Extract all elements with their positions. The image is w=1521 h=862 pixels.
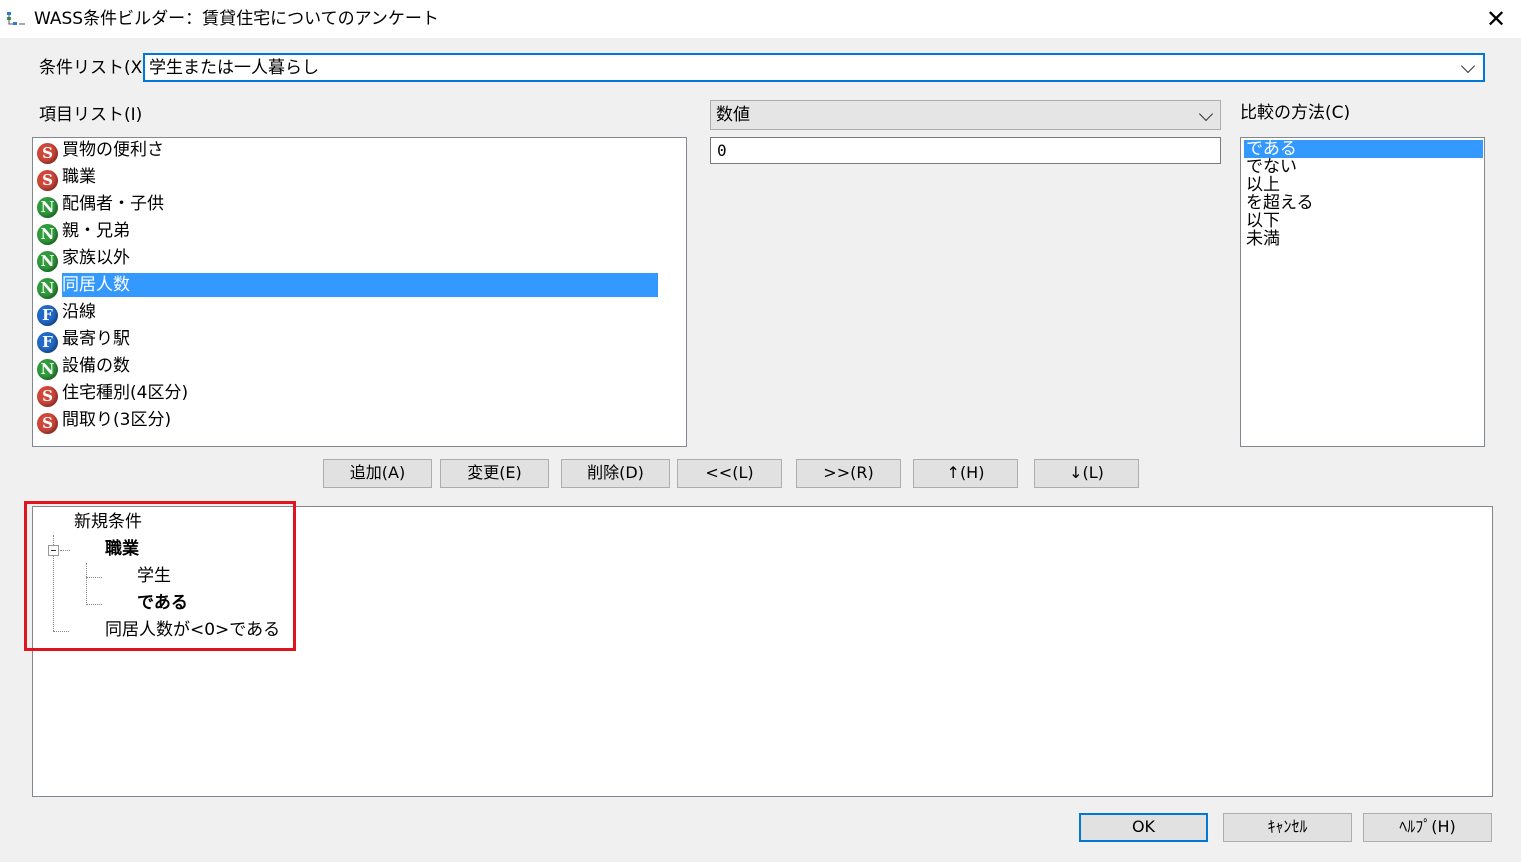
numeric-type-icon: N [37,251,58,272]
move-down-button[interactable]: ↓(L) [1034,459,1139,488]
list-item-label: 同居人数 [62,273,658,297]
list-item[interactable]: N 親・兄弟 [36,219,658,246]
item-list-label: 項目リスト(I) [39,105,143,125]
flag-type-icon: F [37,332,58,353]
change-button[interactable]: 変更(E) [440,459,549,488]
list-item-label: 家族以外 [62,248,130,268]
add-button[interactable]: 追加(A) [323,459,432,488]
condition-list-label: 条件リスト(X) [39,58,149,78]
compare-method-label: 比較の方法(C) [1240,103,1351,123]
move-up-button[interactable]: ↑(H) [913,459,1018,488]
list-item-label: 沿線 [62,302,96,322]
list-item-label: 親・兄弟 [62,221,130,241]
list-item[interactable]: N 設備の数 [36,354,658,381]
close-icon: ✕ [1485,5,1507,33]
list-item-label: 買物の便利さ [62,140,164,160]
compare-option-selected[interactable]: である [1244,140,1483,158]
flag-type-icon: F [37,305,58,326]
compare-option[interactable]: でない [1244,158,1483,176]
app-icon [7,12,25,25]
compare-option[interactable]: 以下 [1244,212,1483,230]
list-item[interactable]: F 沿線 [36,300,658,327]
string-type-icon: S [37,143,58,164]
cancel-button[interactable]: ｷｬﾝｾﾙ [1223,813,1352,842]
numeric-type-icon: N [37,278,58,299]
item-listbox[interactable]: S 買物の便利さ S 職業 N 配偶者・子供 N 親・兄弟 N 家族以外 N 同… [32,137,687,447]
delete-button[interactable]: 削除(D) [561,459,670,488]
string-type-icon: S [37,386,58,407]
list-item-label: 最寄り駅 [62,329,130,349]
string-type-icon: S [37,413,58,434]
compare-option[interactable]: を超える [1244,194,1483,212]
ok-button[interactable]: OK [1079,813,1208,842]
list-item[interactable]: S 住宅種別(4区分) [36,381,658,408]
list-item-selected[interactable]: N 同居人数 [36,273,658,300]
list-item[interactable]: S 間取り(3区分) [36,408,658,435]
value-type-combobox[interactable]: 数値 [710,100,1221,130]
compare-option[interactable]: 以上 [1244,176,1483,194]
move-left-button[interactable]: <<(L) [677,459,782,488]
compare-option[interactable]: 未満 [1244,230,1483,248]
list-item[interactable]: S 買物の便利さ [36,138,658,165]
title-bar: WASS条件ビルダー：賃貸住宅についてのアンケート ✕ [0,0,1521,38]
chevron-down-icon [1198,106,1214,122]
list-item[interactable]: S 職業 [36,165,658,192]
list-item-label: 住宅種別(4区分) [62,383,189,403]
annotation-highlight-box [24,501,296,651]
list-item-label: 配偶者・子供 [62,194,164,214]
list-item[interactable]: F 最寄り駅 [36,327,658,354]
numeric-type-icon: N [37,197,58,218]
list-item-label: 設備の数 [62,356,130,376]
value-input[interactable]: 0 [710,137,1221,164]
list-item[interactable]: N 家族以外 [36,246,658,273]
close-button[interactable]: ✕ [1476,4,1516,34]
list-item-label: 間取り(3区分) [62,410,172,430]
value-input-text: 0 [717,141,727,160]
compare-method-listbox[interactable]: である でない 以上 を超える 以下 未満 [1240,137,1485,447]
numeric-type-icon: N [37,224,58,245]
condition-list-value: 学生または一人暮らし [149,58,319,78]
list-item[interactable]: N 配偶者・子供 [36,192,658,219]
help-button[interactable]: ﾍﾙﾌﾟ(H) [1363,813,1492,842]
list-item-label: 職業 [62,167,96,187]
numeric-type-icon: N [37,359,58,380]
window-title: WASS条件ビルダー：賃貸住宅についてのアンケート [34,9,439,29]
string-type-icon: S [37,170,58,191]
move-right-button[interactable]: >>(R) [796,459,901,488]
condition-list-combobox[interactable]: 学生または一人暮らし [143,53,1485,82]
chevron-down-icon [1460,58,1476,74]
value-type-selected: 数値 [716,105,750,125]
